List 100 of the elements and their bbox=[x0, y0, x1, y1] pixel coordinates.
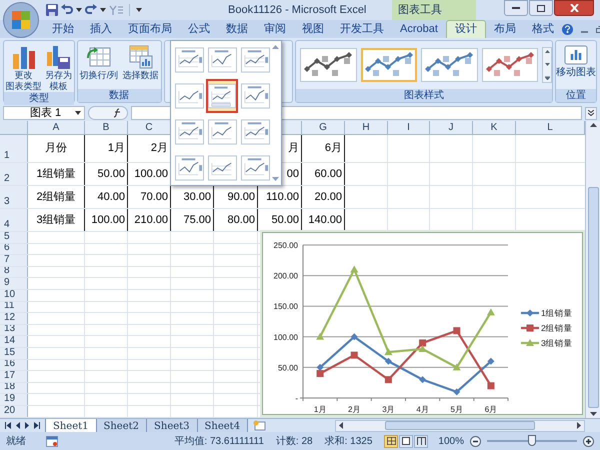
vertical-scrollbar[interactable] bbox=[585, 121, 600, 418]
ribbon-tab[interactable]: 插入 bbox=[82, 20, 120, 38]
gallery-scrollbar[interactable] bbox=[542, 47, 552, 83]
macro-record-icon[interactable] bbox=[46, 436, 58, 446]
sheet-tab[interactable]: Sheet3 bbox=[147, 418, 198, 432]
column-header[interactable]: K bbox=[473, 121, 516, 135]
ribbon-button[interactable]: 移动图表 bbox=[556, 45, 596, 79]
page-break-icon bbox=[416, 437, 426, 445]
row-header[interactable]: 20 bbox=[0, 406, 28, 416]
column-header[interactable]: H bbox=[345, 121, 388, 135]
row-header[interactable]: 18 bbox=[0, 382, 28, 394]
scroll-left-icon[interactable] bbox=[339, 422, 343, 429]
sheet-tab[interactable]: Sheet2 bbox=[96, 418, 148, 432]
row-header[interactable]: 15 bbox=[0, 348, 28, 359]
context-tab-header: 图表工具 bbox=[392, 0, 476, 20]
row-header[interactable]: 19 bbox=[0, 394, 28, 405]
row-header[interactable]: 17 bbox=[0, 371, 28, 382]
ribbon-tab[interactable]: 开发工具 bbox=[332, 20, 392, 38]
horizontal-scrollbar[interactable] bbox=[335, 420, 585, 432]
ribbon-button[interactable]: 更改 图表类型 bbox=[6, 44, 42, 92]
grid-view-icon bbox=[386, 437, 396, 445]
chart-layout-thumbnail[interactable] bbox=[206, 79, 238, 113]
chart-style-option[interactable] bbox=[482, 48, 538, 82]
ribbon-button[interactable]: 选择数据 bbox=[122, 44, 159, 81]
ribbon-tab[interactable]: 公式 bbox=[180, 20, 218, 38]
scroll-down-icon[interactable] bbox=[590, 412, 596, 416]
ribbon-tab[interactable]: 数据 bbox=[218, 20, 256, 38]
ribbon-tab[interactable]: 审阅 bbox=[256, 20, 294, 38]
help-icon[interactable] bbox=[562, 24, 573, 34]
row-header[interactable]: 6 bbox=[0, 244, 28, 254]
row-header[interactable]: 12 bbox=[0, 313, 28, 324]
view-button[interactable] bbox=[399, 434, 414, 448]
column-header[interactable]: L bbox=[516, 121, 585, 135]
ribbon-tab[interactable]: 视图 bbox=[294, 20, 332, 38]
row-header[interactable]: 8 bbox=[0, 266, 28, 278]
close-button[interactable] bbox=[554, 0, 594, 16]
column-header[interactable]: I bbox=[388, 121, 430, 135]
scroll-right-icon[interactable] bbox=[577, 422, 581, 429]
name-box[interactable]: 图表 1 bbox=[3, 106, 85, 120]
save-icon[interactable] bbox=[46, 4, 58, 16]
sheet-tab[interactable]: Sheet4 bbox=[198, 418, 248, 432]
data-marker bbox=[384, 376, 392, 384]
chart-style-option[interactable] bbox=[360, 48, 418, 82]
redo-icon[interactable] bbox=[85, 4, 97, 16]
row-header[interactable]: 4 bbox=[0, 209, 28, 231]
previous-sheet-icon[interactable] bbox=[16, 422, 20, 429]
formula-button[interactable] bbox=[88, 106, 128, 120]
row-header[interactable]: 10 bbox=[0, 290, 28, 301]
line-chart[interactable]: - 50.00 100.00 150.00 200.00 250.00 1月 2月 3月 4月 5月 6月 1组销量 2组销量 3组销量 bbox=[262, 232, 583, 415]
zoom-level[interactable]: 100% bbox=[438, 434, 464, 448]
row-header[interactable]: 5 bbox=[0, 232, 28, 243]
zoom-in-icon[interactable] bbox=[583, 436, 594, 446]
ribbon-tab[interactable]: 页面布局 bbox=[120, 20, 180, 38]
row-header[interactable]: 1 bbox=[0, 135, 28, 162]
last-sheet-icon[interactable] bbox=[34, 422, 40, 429]
insert-sheet-icon[interactable] bbox=[252, 420, 266, 431]
x-axis-label: 1月 bbox=[314, 405, 326, 414]
zoom-out-icon[interactable] bbox=[470, 436, 481, 446]
row-header[interactable]: 2 bbox=[0, 163, 28, 185]
ribbon-button[interactable]: 另存为 模板 bbox=[44, 44, 72, 92]
column-header[interactable]: B bbox=[85, 121, 128, 135]
column-header[interactable]: J bbox=[430, 121, 473, 135]
row-header[interactable]: 11 bbox=[0, 302, 28, 312]
column-header[interactable]: A bbox=[28, 121, 85, 135]
ribbon-tab[interactable]: 格式 bbox=[524, 20, 562, 38]
row-header[interactable]: 9 bbox=[0, 278, 28, 289]
more-icon[interactable] bbox=[544, 76, 550, 80]
row-header[interactable]: 14 bbox=[0, 336, 28, 347]
ribbon-tab[interactable]: 开始 bbox=[44, 20, 82, 38]
ribbon-tab[interactable]: 设计 bbox=[446, 20, 486, 38]
next-sheet-icon[interactable] bbox=[25, 422, 29, 429]
row-header[interactable]: 3 bbox=[0, 186, 28, 208]
expand-button[interactable] bbox=[585, 106, 597, 120]
scroll-up-icon[interactable] bbox=[544, 50, 550, 53]
row-header[interactable]: 13 bbox=[0, 324, 28, 336]
minimize-button[interactable] bbox=[504, 0, 528, 16]
view-button[interactable] bbox=[384, 434, 398, 448]
undo-icon[interactable] bbox=[61, 4, 73, 16]
ribbon-tab[interactable]: 布局 bbox=[486, 20, 524, 38]
scroll-down-icon[interactable] bbox=[544, 63, 550, 66]
legend-label: 3组销量 bbox=[541, 338, 573, 348]
y-axis-label: 100.00 bbox=[274, 332, 298, 342]
column-header[interactable]: G bbox=[302, 121, 345, 135]
chart-style-option[interactable] bbox=[421, 48, 478, 82]
column-header[interactable]: C bbox=[128, 121, 171, 135]
maximize-button[interactable] bbox=[529, 0, 553, 16]
legend-marker bbox=[526, 310, 534, 316]
view-button[interactable] bbox=[414, 434, 428, 448]
status-count: 计数: 28 bbox=[276, 434, 313, 448]
row-header[interactable]: 7 bbox=[0, 255, 28, 266]
legend-label: 1组销量 bbox=[541, 308, 573, 318]
scroll-up-icon[interactable] bbox=[590, 123, 596, 127]
ribbon-button[interactable]: 切换行/列 bbox=[80, 44, 118, 81]
sheet-tab[interactable]: Sheet1 bbox=[45, 418, 97, 432]
chart-style-option[interactable] bbox=[300, 48, 357, 82]
zoom-slider-thumb[interactable] bbox=[528, 435, 536, 446]
row-header[interactable]: 16 bbox=[0, 360, 28, 370]
first-sheet-icon[interactable] bbox=[5, 422, 11, 429]
ribbon-tab[interactable]: Acrobat bbox=[392, 20, 446, 38]
zoom-slider[interactable] bbox=[487, 435, 577, 447]
